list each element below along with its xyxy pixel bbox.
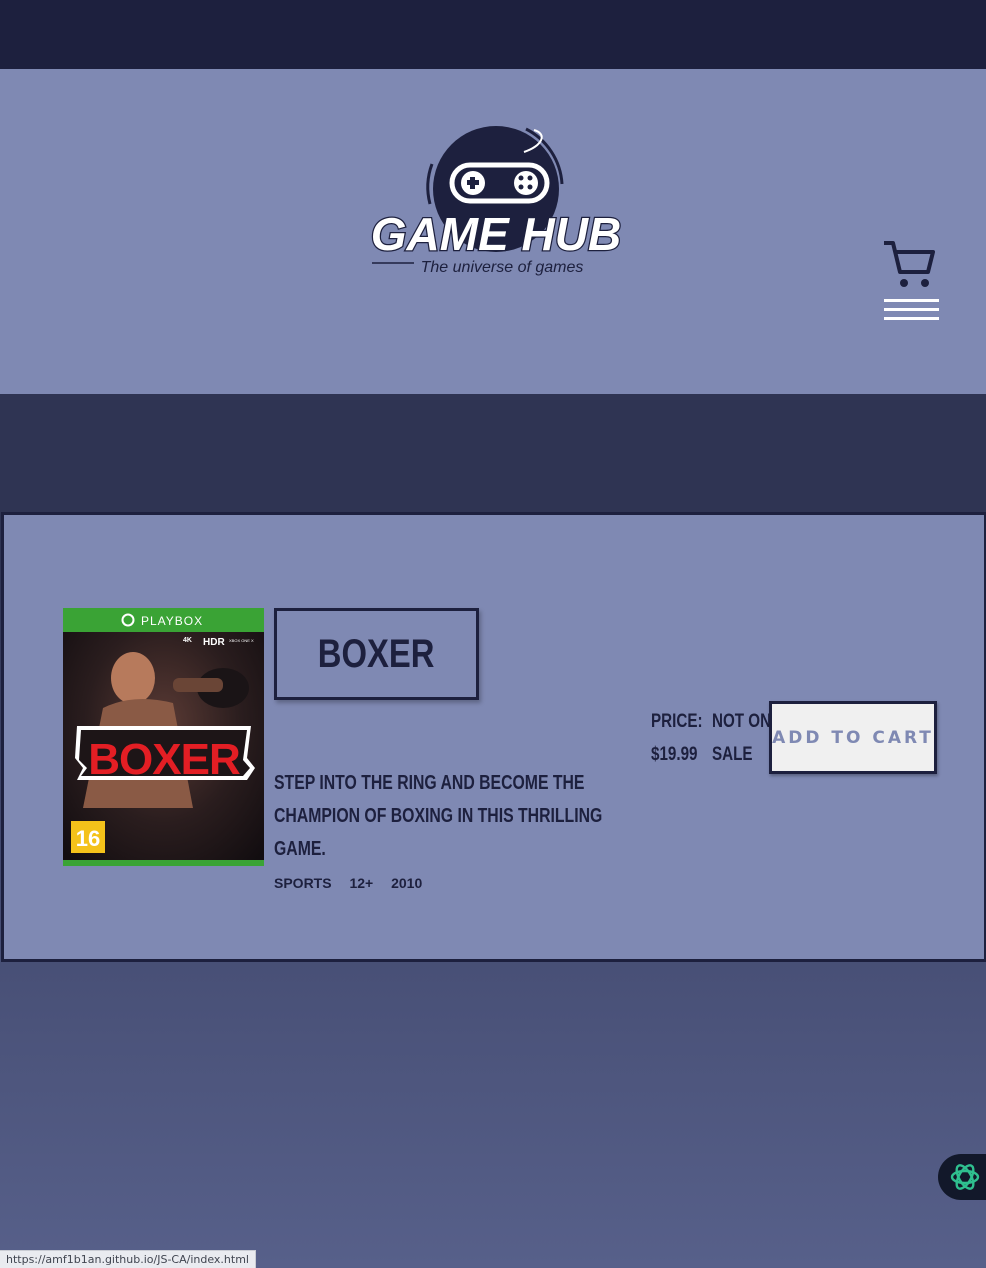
site-header: GAME HUB The universe of games — [0, 69, 986, 394]
sale-status-line1: Not on — [712, 711, 772, 732]
svg-text:XBOX ONE X: XBOX ONE X — [229, 638, 254, 643]
svg-text:HDR: HDR — [203, 637, 225, 648]
product-title-text: BOXER — [318, 631, 435, 676]
status-bar-url: https://amf1b1an.github.io/JS-CA/index.h… — [0, 1250, 256, 1268]
product-description: Step into the ring and become the champi… — [274, 772, 603, 860]
hamburger-menu-icon[interactable] — [884, 299, 939, 325]
svg-text:The universe of games: The universe of games — [421, 259, 584, 276]
age-tag: 12+ — [349, 875, 374, 891]
game-cover-image[interactable]: PLAYBOX 4K HDR XBOX ONE X BOXER 16 — [63, 608, 264, 866]
game-hub-logo-icon: GAME HUB The universe of games — [370, 126, 622, 276]
sale-status: Not on Sale — [712, 705, 771, 771]
product-meta: Sports 12+ 2010 — [274, 875, 436, 891]
price-block: Price: $19.99 — [651, 705, 703, 771]
product-title: BOXER — [274, 608, 479, 700]
price-value: $19.99 — [651, 744, 698, 765]
svg-text:4K: 4K — [183, 637, 192, 644]
sale-status-line2: Sale — [712, 744, 753, 765]
site-logo[interactable]: GAME HUB The universe of games — [366, 124, 626, 284]
year-tag: 2010 — [391, 875, 423, 891]
openai-logo-icon[interactable] — [938, 1154, 986, 1200]
svg-text:PLAYBOX: PLAYBOX — [141, 614, 203, 628]
add-to-cart-button[interactable]: Add to cart — [769, 701, 937, 774]
svg-text:16: 16 — [76, 826, 100, 851]
svg-text:GAME HUB: GAME HUB — [371, 208, 621, 260]
price-label: Price: — [651, 711, 703, 732]
cart-icon[interactable] — [880, 239, 938, 291]
svg-text:BOXER: BOXER — [88, 735, 240, 784]
top-bar — [0, 0, 986, 69]
genre-tag: Sports — [274, 875, 332, 891]
product-card: PLAYBOX 4K HDR XBOX ONE X BOXER 16 BOXER… — [1, 512, 986, 962]
